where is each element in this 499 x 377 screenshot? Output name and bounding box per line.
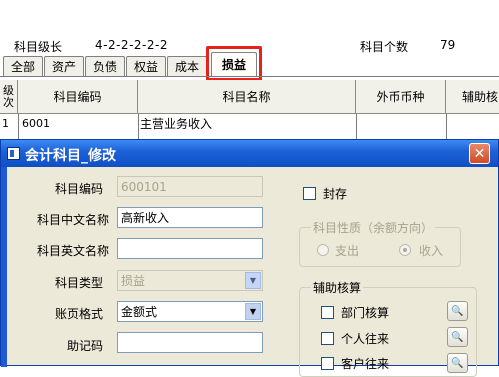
col-header-currency[interactable]: 外币币种 <box>356 80 446 114</box>
tab-liabilities[interactable]: 负债 <box>85 56 125 76</box>
close-button[interactable]: ✕ <box>469 143 490 164</box>
dialog-title: 会计科目_修改 <box>25 148 116 164</box>
search-icon: 🔍 <box>451 357 464 369</box>
dialog-left-border <box>1 167 7 367</box>
credit-radio-label: 收入 <box>419 244 444 258</box>
debit-radio[interactable] <box>317 244 329 256</box>
level-length-value: 4-2-2-2-2-2 <box>95 38 168 52</box>
type-select-value: 损益 <box>121 274 146 288</box>
mnemonic-field[interactable] <box>117 332 263 353</box>
grid-divider <box>138 114 139 139</box>
grid-divider <box>356 114 357 139</box>
format-select[interactable]: 金额式 ▼ <box>117 301 263 322</box>
window-icon <box>7 147 20 160</box>
chevron-down-icon[interactable]: ▼ <box>245 303 261 320</box>
credit-radio[interactable] <box>399 244 411 256</box>
dept-label: 部门核算 <box>341 306 390 320</box>
dept-search-button[interactable]: 🔍 <box>447 301 468 321</box>
personal-checkbox[interactable] <box>321 332 334 345</box>
customer-search-button[interactable]: 🔍 <box>447 353 468 373</box>
dept-checkbox[interactable] <box>321 306 334 319</box>
cn-name-field[interactable]: 高新收入 <box>117 207 263 228</box>
row-code: 6001 <box>22 116 50 130</box>
tab-cost[interactable]: 成本 <box>167 56 207 76</box>
format-label: 账页格式 <box>54 307 103 321</box>
customer-label: 客户往来 <box>341 357 390 371</box>
mnemonic-label: 助记码 <box>66 339 103 353</box>
col-header-code[interactable]: 科目编码 <box>18 80 138 114</box>
cn-name-label: 科目中文名称 <box>36 213 109 227</box>
en-name-field[interactable] <box>117 238 263 259</box>
code-field[interactable]: 600101 <box>117 176 263 197</box>
seal-checkbox[interactable] <box>303 187 316 200</box>
tab-equity[interactable]: 权益 <box>126 56 166 76</box>
code-label: 科目编码 <box>54 182 103 196</box>
type-select[interactable]: 损益 ▼ <box>117 270 263 291</box>
row-level: 1 <box>2 116 9 130</box>
row-name: 主营业务收入 <box>140 116 213 131</box>
debit-radio-label: 支出 <box>335 244 360 258</box>
search-icon: 🔍 <box>451 305 464 317</box>
col-header-aux[interactable]: 辅助核 <box>446 80 499 114</box>
personal-search-button[interactable]: 🔍 <box>447 327 468 347</box>
level-length-label: 科目级长 <box>14 40 63 54</box>
personal-label: 个人往来 <box>341 332 390 346</box>
en-name-label: 科目英文名称 <box>36 244 109 258</box>
dialog-titlebar[interactable]: 会计科目_修改 ✕ <box>1 140 498 167</box>
chevron-down-icon[interactable]: ▼ <box>245 272 261 289</box>
grid-divider <box>18 114 19 139</box>
tab-all[interactable]: 全部 <box>3 56 43 76</box>
search-icon: 🔍 <box>451 331 464 343</box>
format-select-value: 金额式 <box>121 305 158 319</box>
account-count-value: 79 <box>440 38 456 52</box>
grid-divider <box>446 114 447 139</box>
account-count-label: 科目个数 <box>360 40 409 54</box>
col-header-name[interactable]: 科目名称 <box>138 80 356 114</box>
grid-top-border <box>0 76 499 77</box>
nature-group-title: 科目性质（余额方向） <box>311 219 436 236</box>
col-header-level[interactable]: 级 次 <box>0 80 18 114</box>
type-label: 科目类型 <box>54 276 103 290</box>
tab-assets[interactable]: 资产 <box>44 56 84 76</box>
aux-group-title: 辅助核算 <box>311 279 364 296</box>
customer-checkbox[interactable] <box>321 357 334 370</box>
edit-account-dialog: 会计科目_修改 ✕ 科目编码 600101 科目中文名称 高新收入 科目英文名称… <box>0 139 499 377</box>
seal-label: 封存 <box>323 187 348 201</box>
